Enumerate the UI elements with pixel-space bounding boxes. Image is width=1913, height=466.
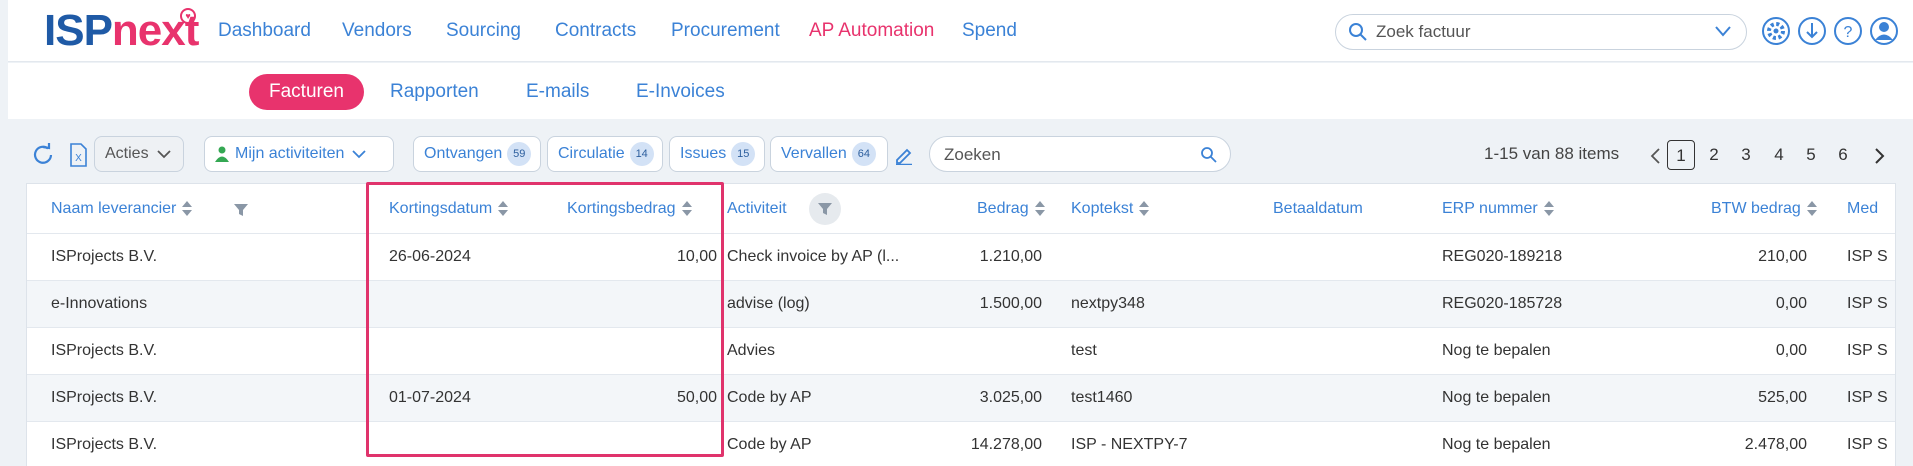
tab-rapporten[interactable]: Rapporten [370, 74, 499, 110]
sort-icon[interactable] [182, 200, 193, 217]
excel-export-icon[interactable]: X [65, 142, 91, 168]
edit-pencil-icon[interactable] [894, 145, 914, 165]
filter-circulatie[interactable]: Circulatie 14 [547, 136, 663, 172]
col-header-leverancier[interactable]: Naam leverancier [51, 184, 193, 234]
search-icon[interactable] [1200, 146, 1218, 164]
count-badge: 15 [731, 142, 756, 166]
filter-ontvangen[interactable]: Ontvangen 59 [413, 136, 541, 172]
page-2[interactable]: 2 [1700, 140, 1728, 170]
grid-toolbar: X Acties Mijn activiteiten Ontvangen 59 C… [8, 132, 1913, 178]
table-row[interactable]: ISProjects B.V. 01-07-2024 50,00 Code by… [27, 374, 1895, 421]
nav-sourcing[interactable]: Sourcing [446, 20, 521, 42]
tab-e-invoices[interactable]: E-Invoices [616, 74, 745, 110]
count-badge: 59 [507, 142, 532, 166]
col-header-kortingsbedrag[interactable]: Kortingsbedrag [567, 184, 692, 234]
table-row[interactable]: ISProjects B.V. 26-06-2024 10,00 Check i… [27, 233, 1895, 280]
col-header-kortingsdatum[interactable]: Kortingsdatum [389, 184, 509, 234]
nav-vendors[interactable]: Vendors [342, 20, 412, 42]
nav-dashboard[interactable]: Dashboard [218, 20, 311, 42]
page-4[interactable]: 4 [1765, 140, 1793, 170]
chevron-right-icon[interactable] [1874, 147, 1886, 165]
top-navbar: ISPnext ♥ Dashboard Vendors Sourcing Con… [8, 0, 1913, 62]
invoice-search [1335, 14, 1747, 50]
acties-dropdown[interactable]: Acties [94, 136, 184, 172]
mijn-activiteiten-dropdown[interactable]: Mijn activiteiten [204, 136, 394, 172]
page-6[interactable]: 6 [1829, 140, 1857, 170]
nav-ap-automation[interactable]: AP Automation [809, 20, 934, 42]
table-row[interactable]: ISProjects B.V. Code by AP 14.278,00 ISP… [27, 421, 1895, 466]
table-row[interactable]: ISProjects B.V. Advies test Nog te bepal… [27, 327, 1895, 374]
sort-icon[interactable] [1139, 200, 1150, 217]
grid-search [929, 136, 1231, 172]
page-3[interactable]: 3 [1732, 140, 1760, 170]
chevron-down-icon [156, 150, 171, 159]
col-header-koptekst[interactable]: Koptekst [1071, 184, 1150, 234]
sort-icon[interactable] [1806, 200, 1817, 217]
count-badge: 14 [629, 142, 654, 166]
nav-procurement[interactable]: Procurement [671, 20, 780, 42]
count-badge: 64 [851, 142, 876, 166]
sub-navbar: Facturen Rapporten E-mails E-Invoices [8, 63, 1913, 119]
tab-emails[interactable]: E-mails [506, 74, 609, 110]
refresh-icon[interactable] [30, 142, 56, 168]
sort-icon[interactable] [681, 200, 692, 217]
chevron-down-icon[interactable] [1714, 24, 1732, 38]
help-icon[interactable]: ? [1833, 16, 1863, 46]
filter-icon [818, 203, 832, 215]
sort-icon[interactable] [1543, 200, 1554, 217]
page-1[interactable]: 1 [1667, 140, 1695, 170]
pager-info: 1-15 van 88 items [1484, 144, 1620, 163]
invoice-search-input[interactable] [1376, 21, 1696, 43]
nav-contracts[interactable]: Contracts [555, 20, 636, 42]
sort-icon[interactable] [498, 200, 509, 217]
col-header-activiteit[interactable]: Activiteit [727, 184, 787, 234]
user-avatar-icon[interactable] [1869, 16, 1899, 46]
svg-text:X: X [75, 153, 82, 164]
gear-icon[interactable] [1761, 16, 1791, 46]
svg-text:?: ? [1844, 24, 1853, 41]
chevron-left-icon[interactable] [1649, 147, 1661, 165]
search-icon [1349, 23, 1367, 41]
col-header-med[interactable]: Med [1847, 184, 1878, 234]
sort-icon[interactable] [1034, 200, 1045, 217]
download-icon[interactable] [1797, 16, 1827, 46]
filter-issues[interactable]: Issues 15 [669, 136, 765, 172]
filter-icon[interactable] [233, 203, 249, 217]
nav-spend[interactable]: Spend [962, 20, 1017, 42]
table-row[interactable]: e-Innovations advise (log) 1.500,00 next… [27, 280, 1895, 327]
activiteit-filter-button[interactable] [809, 193, 841, 225]
col-header-betaaldatum[interactable]: Betaaldatum [1273, 184, 1363, 234]
invoice-grid: Naam leverancier Kortingsdatum Kortingsb… [26, 183, 1896, 466]
col-header-btw[interactable]: BTW bedrag [1711, 184, 1817, 234]
col-header-erp[interactable]: ERP nummer [1442, 184, 1554, 234]
page-5[interactable]: 5 [1797, 140, 1825, 170]
grid-search-input[interactable] [944, 144, 1184, 166]
col-header-bedrag[interactable]: Bedrag [977, 184, 1045, 234]
chevron-down-icon [352, 150, 367, 159]
brand-logo[interactable]: ISPnext [44, 8, 199, 54]
user-icon [215, 146, 229, 162]
tab-facturen[interactable]: Facturen [249, 74, 364, 110]
filter-vervallen[interactable]: Vervallen 64 [770, 136, 888, 172]
logo-heart-icon: ♥ [180, 8, 196, 24]
